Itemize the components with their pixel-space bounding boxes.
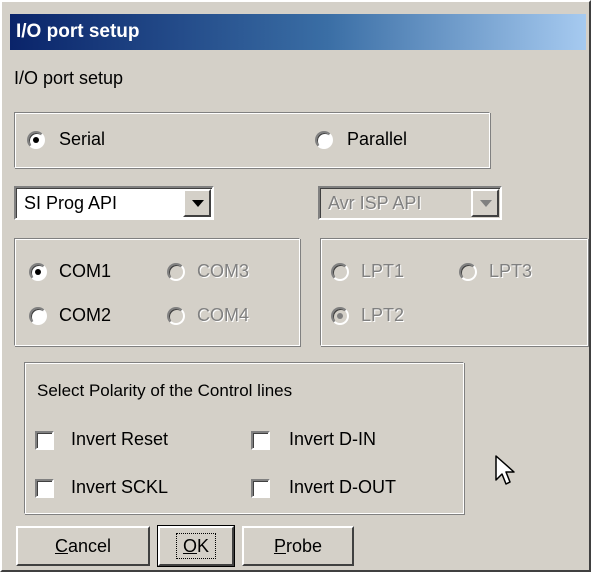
dialog-subtitle: I/O port setup [14,68,124,88]
invert-reset-label[interactable]: Invert Reset [71,429,168,450]
radio-dot [35,269,41,275]
probe-mnemonic: P [273,536,286,556]
window-title: I/O port setup [16,21,140,42]
lpt1-label: LPT1 [361,261,405,281]
polarity-group: Select Polarity of the Control lines Inv… [24,362,464,514]
lpt2-radio [331,307,349,325]
interface-group: Serial Parallel [14,112,490,168]
io-port-setup-dialog: I/O port setup I/O port setup Serial Par… [0,0,591,572]
chevron-down-icon [192,200,204,207]
invert-sckl-label[interactable]: Invert SCKL [71,477,168,498]
com2-label[interactable]: COM2 [59,305,111,326]
parallel-label[interactable]: Parallel [347,129,407,150]
serial-api-dropdown-button[interactable] [183,189,211,217]
parallel-radio[interactable] [315,131,333,149]
invert-din-label[interactable]: Invert D-IN [289,429,376,450]
mouse-cursor-icon [495,455,515,485]
parallel-api-dropdown-button [471,189,499,217]
ok-button[interactable]: OK [157,525,235,567]
lpt1-radio [331,263,349,281]
parallel-api-value: Avr ISP API [328,193,422,213]
serial-api-value: SI Prog API [24,193,118,213]
ok-focus-rect: OK [175,533,217,559]
com2-radio[interactable] [29,307,47,325]
radio-dot [337,313,343,319]
title-bar[interactable]: I/O port setup [10,14,586,50]
ok-label: K [197,536,210,556]
com3-radio [167,263,185,281]
radio-dot [33,137,39,143]
serial-radio[interactable] [27,131,45,149]
probe-button[interactable]: Probe [242,526,354,566]
serial-label[interactable]: Serial [59,129,105,150]
lpt2-label: LPT2 [361,305,405,325]
cancel-mnemonic: C [54,536,68,556]
com-ports-group: COM1 COM3 COM2 COM4 [14,238,300,346]
invert-dout-checkbox[interactable] [251,479,270,498]
invert-din-checkbox[interactable] [251,431,270,450]
parallel-api-select: Avr ISP API [318,186,502,220]
invert-sckl-checkbox[interactable] [35,479,54,498]
com4-radio [167,307,185,325]
cancel-label: ancel [67,536,112,556]
invert-dout-label[interactable]: Invert D-OUT [289,477,396,498]
lpt3-label: LPT3 [489,261,533,281]
com4-label: COM4 [197,305,250,325]
com1-radio[interactable] [29,263,47,281]
lpt3-radio [459,263,477,281]
polarity-heading: Select Polarity of the Control lines [37,381,293,400]
ok-mnemonic: O [182,536,197,556]
cancel-button[interactable]: Cancel [16,526,150,566]
lpt-ports-group: LPT1 LPT3 LPT2 [320,238,588,346]
probe-label: robe [285,536,323,556]
com3-label: COM3 [197,261,250,281]
serial-api-select[interactable]: SI Prog API [14,186,214,220]
invert-reset-checkbox[interactable] [35,431,54,450]
chevron-down-icon [480,200,492,207]
com1-label[interactable]: COM1 [59,261,111,282]
